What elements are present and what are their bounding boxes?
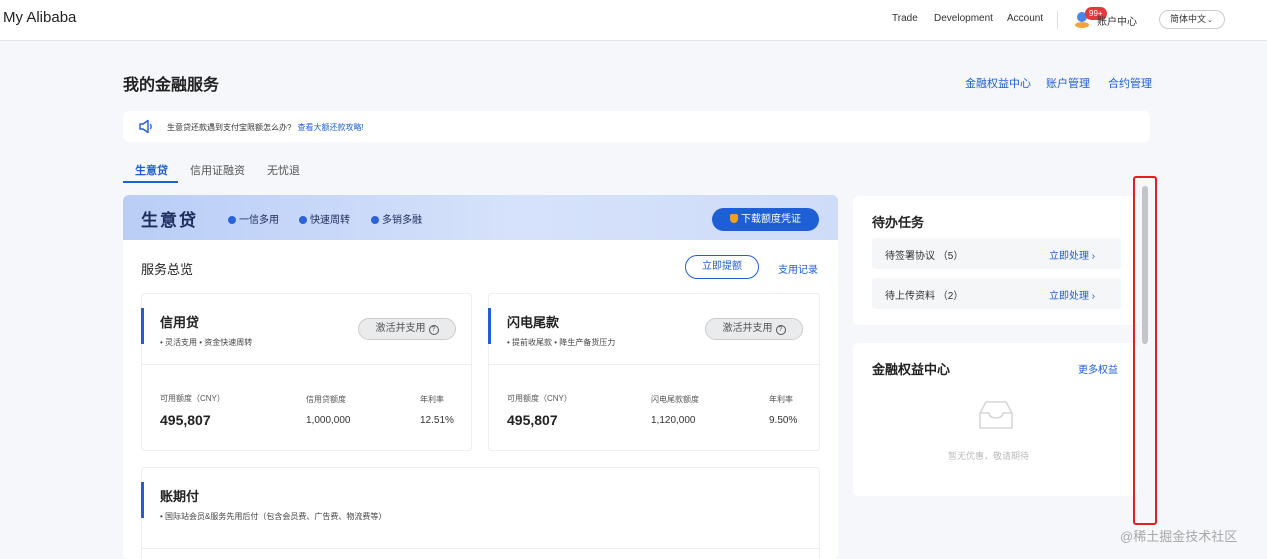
limit-value: 1,000,000	[306, 415, 351, 426]
activate-flash-balance-button[interactable]: 激活并支用?	[705, 318, 803, 340]
download-label: 下载额度凭证	[741, 214, 801, 225]
feature-label: 一信多用	[239, 215, 279, 226]
overview-title: 服务总览	[141, 262, 194, 277]
empty-inbox-icon	[979, 401, 1013, 429]
card-accent-bar	[141, 308, 144, 344]
notice-link[interactable]: 查看大额还款攻略!	[297, 123, 363, 132]
more-benefits-link[interactable]: 更多权益	[1078, 361, 1118, 376]
top-bar: My Alibaba Trade Development Account 99+…	[0, 0, 1267, 41]
todo-item[interactable]: 待签署协议 （5） 立即处理 ›	[872, 238, 1121, 269]
banner-title: 生意贷	[141, 211, 198, 230]
empty-text: 暂无优惠，敬请期待	[948, 451, 1030, 461]
chevron-right-icon: ›	[1091, 251, 1096, 262]
help-icon[interactable]: ?	[428, 325, 439, 335]
tab-business-loan[interactable]: 生意贷	[135, 162, 168, 178]
download-credit-certificate-button[interactable]: 下载额度凭证	[712, 208, 819, 231]
card-divider	[142, 548, 819, 549]
vertical-scrollbar[interactable]	[1133, 176, 1157, 525]
card-subtitle: • 灵活支用 • 资金快速周转	[160, 338, 253, 347]
contract-management-link[interactable]: 合约管理	[1108, 75, 1152, 91]
feature-fast-turnover: 快速周转	[299, 211, 350, 226]
loan-banner: 生意贷 一信多用 快速周转 多销多融 下载额度凭证	[123, 195, 838, 240]
card-subtitle: • 国际站会员&服务先用后付（包含会员费、广告费、物流费等）	[160, 512, 387, 521]
card-accent-bar	[488, 308, 491, 344]
chevron-right-icon: ›	[1091, 291, 1096, 302]
card-title: 闪电尾款	[507, 315, 560, 330]
card-accent-bar	[141, 482, 144, 518]
check-icon	[371, 216, 379, 224]
available-value: 495,807	[160, 412, 211, 428]
language-select[interactable]: 简体中文⌄	[1159, 10, 1225, 29]
language-label: 简体中文	[1170, 14, 1207, 24]
feature-one-credit: 一信多用	[228, 211, 279, 226]
increase-limit-button[interactable]: 立即提额	[685, 255, 759, 279]
flash-balance-card: 闪电尾款 • 提前收尾款 • 降生产备货压力 激活并支用? 可用额度（CNY） …	[488, 293, 820, 451]
tab-worry-free-return[interactable]: 无忧退	[267, 162, 300, 178]
process-label: 立即处理	[1049, 291, 1089, 302]
todo-panel: 待办任务 待签署协议 （5） 立即处理 › 待上传资料 （2） 立即处理 ›	[853, 196, 1138, 325]
nav-development[interactable]: Development	[934, 13, 993, 24]
speaker-icon	[139, 119, 152, 134]
account-center-link[interactable]: 账户中心	[1097, 13, 1137, 28]
check-icon	[299, 216, 307, 224]
rate-value: 9.50%	[769, 415, 798, 426]
process-now-link[interactable]: 立即处理 ›	[1049, 287, 1095, 302]
card-divider	[489, 364, 819, 365]
button-label: 激活并支用	[375, 323, 426, 334]
process-now-link[interactable]: 立即处理 ›	[1049, 247, 1095, 262]
credit-loan-card: 信用贷 • 灵活支用 • 资金快速周转 激活并支用? 可用额度（CNY） 495…	[141, 293, 472, 451]
todo-title: 待办任务	[872, 215, 925, 230]
watermark: @稀土掘金技术社区	[1120, 529, 1238, 544]
nav-trade[interactable]: Trade	[892, 13, 918, 24]
active-tab-indicator	[123, 181, 178, 183]
feature-label: 快速周转	[310, 215, 350, 226]
benefits-panel: 金融权益中心 更多权益 暂无优惠，敬请期待	[853, 343, 1138, 496]
todo-item[interactable]: 待上传资料 （2） 立即处理 ›	[872, 278, 1121, 309]
button-label: 激活并支用	[722, 323, 773, 334]
deferred-payment-card: 账期付 • 国际站会员&服务先用后付（包含会员费、广告费、物流费等）	[141, 467, 820, 559]
feature-label: 多销多融	[382, 215, 422, 226]
card-title: 信用贷	[160, 315, 200, 330]
todo-name: 待上传资料 （2）	[885, 291, 964, 302]
check-icon	[228, 216, 236, 224]
chevron-down-icon: ⌄	[1207, 17, 1213, 24]
process-label: 立即处理	[1049, 251, 1089, 262]
available-value: 495,807	[507, 412, 558, 428]
nav-account[interactable]: Account	[1007, 13, 1043, 24]
help-icon[interactable]: ?	[775, 325, 786, 335]
card-title: 账期付	[160, 489, 200, 504]
card-divider	[142, 364, 471, 365]
rate-label: 年利率	[769, 395, 793, 404]
brand-title[interactable]: My Alibaba	[3, 9, 76, 26]
tab-letter-of-credit[interactable]: 信用证融资	[190, 162, 245, 178]
account-management-link[interactable]: 账户管理	[1046, 75, 1090, 91]
page-title: 我的金融服务	[123, 77, 220, 94]
available-label: 可用额度（CNY）	[160, 394, 225, 403]
activate-credit-loan-button[interactable]: 激活并支用?	[358, 318, 456, 340]
business-loan-panel: 生意贷 一信多用 快速周转 多销多融 下载额度凭证 服务总览 立即提额 支用记录…	[123, 195, 838, 559]
finance-benefits-link[interactable]: 金融权益中心	[965, 75, 1031, 91]
feature-more-sales: 多销多融	[371, 211, 422, 226]
notice-bar: 生意贷还款遇到支付宝限额怎么办? 查看大额还款攻略!	[123, 111, 1150, 142]
notice-text: 生意贷还款遇到支付宝限额怎么办? 查看大额还款攻略!	[167, 122, 364, 133]
rate-label: 年利率	[420, 395, 444, 404]
notice-message: 生意贷还款遇到支付宝限额怎么办?	[167, 123, 292, 132]
nav-divider	[1057, 11, 1058, 29]
todo-name: 待签署协议 （5）	[885, 251, 964, 262]
limit-value: 1,120,000	[651, 415, 696, 426]
card-subtitle: • 提前收尾款 • 降生产备货压力	[507, 338, 616, 347]
limit-label: 信用贷额度	[306, 395, 346, 404]
scrollbar-thumb[interactable]	[1142, 186, 1148, 344]
medal-icon	[730, 214, 738, 223]
limit-label: 闪电尾款额度	[651, 395, 699, 404]
rate-value: 12.51%	[420, 415, 454, 426]
benefits-title: 金融权益中心	[872, 362, 951, 377]
usage-record-link[interactable]: 支用记录	[778, 261, 818, 276]
available-label: 可用额度（CNY）	[507, 394, 572, 403]
